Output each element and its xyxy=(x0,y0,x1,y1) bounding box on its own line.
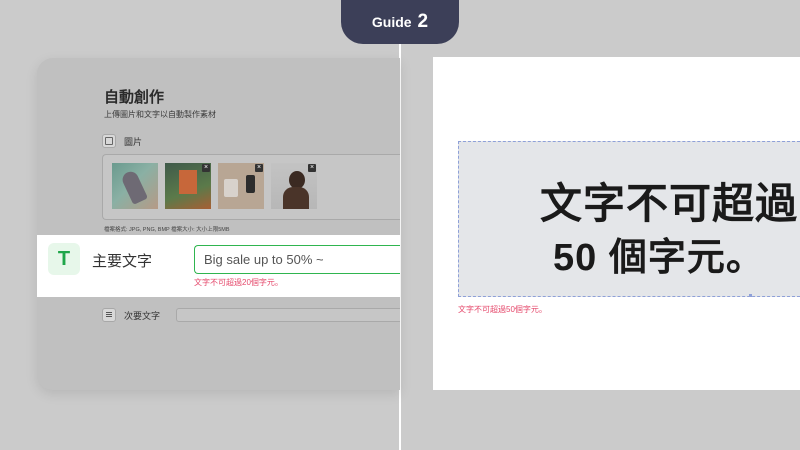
lines-icon xyxy=(102,308,116,322)
preview-text-line-1: 文字不可超過 xyxy=(540,180,799,227)
remove-image-icon[interactable]: × xyxy=(202,164,210,172)
preview-error: 文字不可超過50個字元。 xyxy=(458,305,547,314)
text-icon: T xyxy=(48,243,80,275)
guide-number: 2 xyxy=(417,11,429,32)
preview-text-line-2: 50 個字元。 xyxy=(553,237,765,279)
thumbnail-poster[interactable]: × xyxy=(165,163,211,209)
file-format-note: 檔案格式: JPG, PNG, BMP 檔案大小: 大小上限5MB xyxy=(104,227,230,233)
images-label: 圖片 xyxy=(124,137,143,147)
thumbnail-fitness[interactable] xyxy=(112,163,158,209)
auto-create-panel xyxy=(37,58,400,390)
thumbnail-desk[interactable]: × xyxy=(218,163,264,209)
resize-handle[interactable] xyxy=(749,294,752,297)
remove-image-icon[interactable]: × xyxy=(255,164,263,172)
guide-label: Guide xyxy=(371,14,412,30)
image-icon xyxy=(102,134,116,148)
sub-text-label: 次要文字 xyxy=(124,311,161,321)
thumbnail-portrait[interactable]: × xyxy=(271,163,317,209)
remove-image-icon[interactable]: × xyxy=(308,164,316,172)
sub-text-input[interactable] xyxy=(176,308,400,322)
panel-subtitle: 上傳圖片和文字以自動製作素材 xyxy=(104,110,216,119)
main-text-label: 主要文字 xyxy=(92,253,153,270)
panel-title: 自動創作 xyxy=(104,89,165,106)
main-text-input[interactable] xyxy=(194,245,400,274)
guide-tab: Guide 2 xyxy=(341,0,459,44)
main-text-error: 文字不可超過20個字元。 xyxy=(194,278,283,287)
